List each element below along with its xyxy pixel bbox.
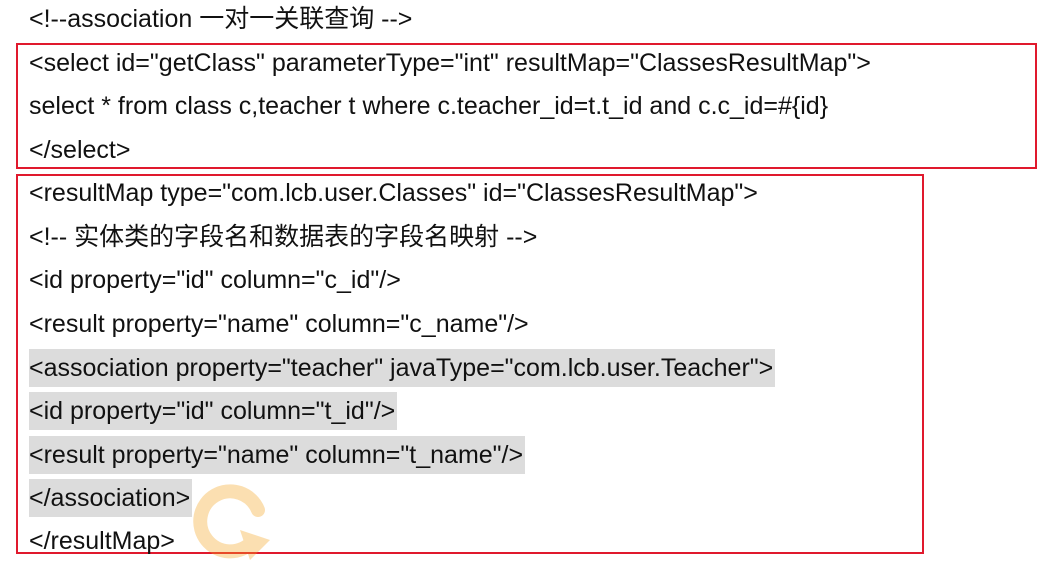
association-id-line: <id property="id" column="t_id"/> — [29, 392, 398, 430]
resultmap-result-line: <result property="name" column="c_name"/… — [29, 310, 529, 338]
association-result-line: <result property="name" column="t_name"/… — [29, 436, 526, 474]
select-open-tag-line: <select id="getClass" parameterType="int… — [29, 49, 871, 77]
association-close-tag-text: </association> — [29, 479, 193, 517]
association-id-text: <id property="id" column="t_id"/> — [29, 392, 398, 430]
association-close-tag-line: </association> — [29, 479, 193, 517]
resultmap-mapping-comment-line: <!-- 实体类的字段名和数据表的字段名映射 --> — [29, 223, 538, 251]
resultmap-id-line: <id property="id" column="c_id"/> — [29, 266, 401, 294]
resultmap-open-tag-line: <resultMap type="com.lcb.user.Classes" i… — [29, 179, 758, 207]
select-sql-line: select * from class c,teacher t where c.… — [29, 92, 829, 120]
association-result-text: <result property="name" column="t_name"/… — [29, 436, 526, 474]
association-open-tag-line: <association property="teacher" javaType… — [29, 349, 776, 387]
resultmap-close-tag-line: </resultMap> — [29, 527, 175, 555]
select-close-tag-line: </select> — [29, 136, 131, 164]
refresh-watermark-icon — [193, 484, 270, 560]
association-open-tag-text: <association property="teacher" javaType… — [29, 349, 776, 387]
association-comment-line: <!--association 一对一关联查询 --> — [29, 5, 413, 33]
